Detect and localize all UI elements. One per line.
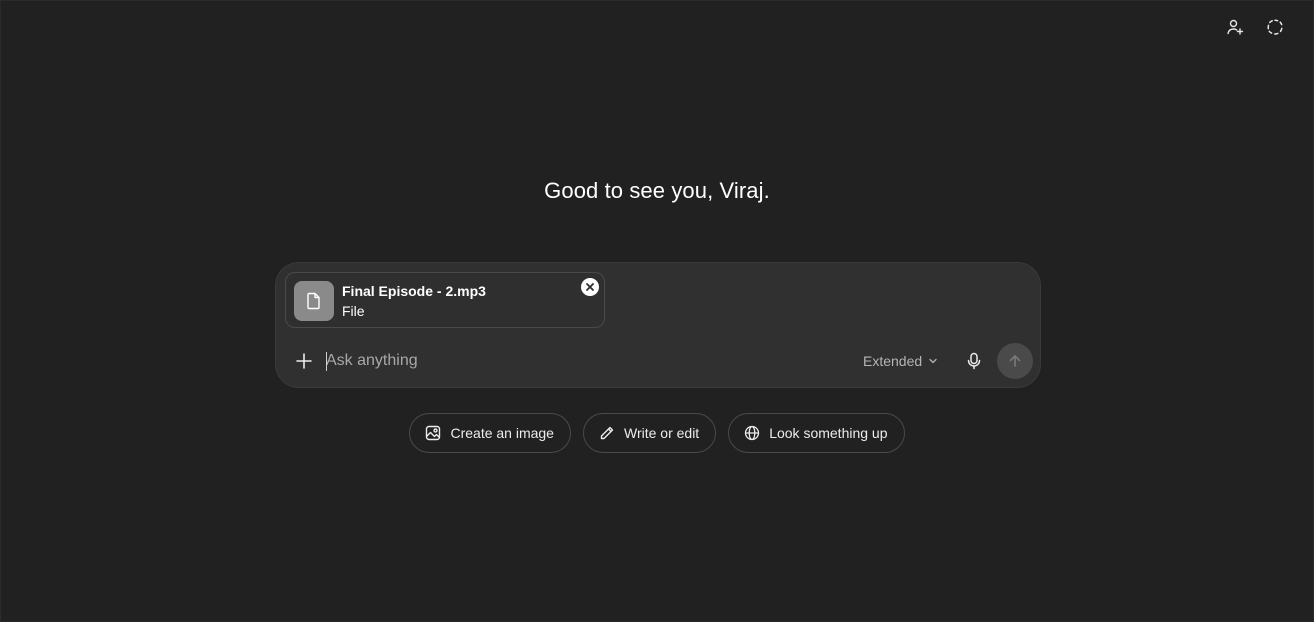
arrow-up-icon: [1009, 355, 1021, 367]
text-caret: [326, 352, 327, 371]
composer-input-row: Extended: [276, 343, 1040, 379]
chevron-down-icon: [929, 358, 937, 364]
add-people-button[interactable]: [1222, 14, 1248, 40]
document-icon: [307, 292, 320, 310]
image-icon: [425, 425, 441, 441]
prompt-input[interactable]: [326, 349, 806, 373]
attachment-file-name: Final Episode - 2.mp3: [342, 283, 486, 299]
microphone-icon: [967, 352, 981, 370]
plus-icon: [296, 353, 312, 369]
suggestion-label: Write or edit: [623, 425, 700, 441]
suggestion-label: Create an image: [450, 425, 554, 441]
attachment-file-type: File: [342, 303, 365, 319]
add-person-icon: [1227, 19, 1244, 35]
file-attachment[interactable]: Final Episode - 2.mp3 File: [285, 272, 605, 328]
greeting-heading: Good to see you, Viraj.: [544, 178, 770, 203]
composer: Final Episode - 2.mp3 File Extended: [275, 262, 1041, 388]
temporary-chat-icon: [1267, 19, 1283, 35]
suggestion-look-up[interactable]: Look something up: [728, 413, 905, 453]
remove-attachment-button[interactable]: [581, 278, 599, 296]
suggestion-label: Look something up: [769, 425, 888, 441]
voice-input-button[interactable]: [960, 347, 988, 375]
temporary-chat-button[interactable]: [1262, 14, 1288, 40]
close-icon: [586, 283, 594, 291]
suggestion-write-edit[interactable]: Write or edit: [582, 413, 717, 453]
add-attachment-button[interactable]: [290, 347, 318, 375]
suggestion-chips: Create an image Write or edit Look somet…: [0, 413, 1314, 453]
file-thumbnail: [294, 281, 334, 321]
suggestion-create-image[interactable]: Create an image: [409, 413, 571, 453]
top-actions: [1222, 14, 1288, 40]
pencil-icon: [599, 425, 615, 441]
mode-selected-label: Extended: [863, 353, 923, 369]
globe-icon: [744, 425, 760, 441]
mode-selector[interactable]: Extended: [863, 349, 938, 373]
send-button[interactable]: [997, 343, 1033, 379]
